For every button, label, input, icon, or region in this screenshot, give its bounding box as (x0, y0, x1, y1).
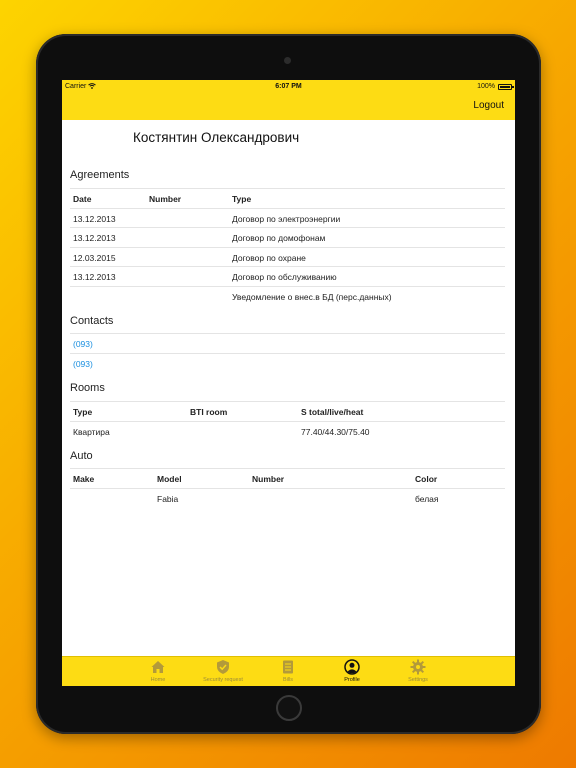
column-header-date: Date (73, 194, 92, 204)
tab-bar: Home Security request Bills Profile Sett… (62, 656, 515, 686)
tab-security-request[interactable]: Security request (193, 659, 253, 683)
agreement-type: Договор по охране (232, 252, 306, 263)
tab-security-request-label: Security request (203, 677, 243, 683)
status-bar: Carrier 6:07 PM 100% (62, 80, 515, 94)
status-time: 6:07 PM (275, 83, 302, 90)
table-row[interactable]: 13.12.2013 Договор по домофонам (70, 227, 505, 247)
rooms-table: Type BTI room S total/live/heat Квартира… (70, 401, 505, 440)
tab-profile[interactable]: Profile (322, 659, 382, 683)
column-header-type: Type (73, 407, 93, 417)
column-header-area: S total/live/heat (301, 407, 364, 417)
contact-phone-link[interactable]: (093) (73, 339, 93, 349)
battery-icon (498, 83, 514, 90)
rooms-title: Rooms (70, 382, 105, 394)
profile-content[interactable]: Костянтин Олександрович Agreements Date … (62, 120, 515, 656)
agreement-type: Договор по обслуживанию (232, 272, 337, 282)
document-icon (283, 660, 293, 674)
agreements-table: Date Number Type 13.12.2013 Договор по э… (70, 188, 505, 305)
gear-icon (410, 659, 426, 675)
tab-bills-label: Bills (282, 677, 294, 683)
auto-color: белая (415, 493, 439, 504)
battery-percent: 100% (477, 83, 495, 90)
shield-icon (217, 660, 229, 674)
profile-icon (344, 659, 360, 675)
tab-home-label: Home (150, 677, 166, 683)
tab-bills[interactable]: Bills (258, 659, 318, 683)
table-row[interactable]: Квартира 77.40/44.30/75.40 (70, 420, 505, 441)
home-icon (151, 661, 165, 673)
column-header-number: Number (149, 194, 182, 204)
table-header-row: Type BTI room S total/live/heat (70, 401, 505, 421)
agreement-date: 13.12.2013 (73, 213, 116, 224)
agreement-type: Договор по домофонам (232, 233, 326, 243)
navigation-bar: Logout (62, 94, 515, 120)
home-button[interactable] (276, 695, 302, 721)
tab-settings-label: Settings (408, 677, 428, 683)
table-row[interactable]: 12.03.2015 Договор по охране (70, 246, 505, 267)
contacts-list: (093) (093) (70, 333, 505, 372)
list-item[interactable]: (093) (70, 333, 505, 353)
auto-model: Fabia (157, 493, 179, 504)
table-row[interactable]: 13.12.2013 Договор по электроэнергии (70, 207, 505, 228)
column-header-make: Make (73, 474, 95, 484)
agreement-date: 13.12.2013 (73, 272, 116, 282)
room-type: Квартира (73, 426, 110, 437)
column-header-color: Color (415, 474, 438, 484)
column-header-type: Type (232, 194, 252, 204)
user-full-name: Костянтин Олександрович (133, 130, 300, 145)
table-header-row: Date Number Type (70, 188, 505, 208)
agreement-type: Уведомление о внес.в БД (перс.данных) (232, 291, 392, 302)
table-row[interactable]: Fabia белая (70, 487, 505, 508)
table-row[interactable]: 13.12.2013 Договор по обслуживанию (70, 266, 505, 286)
column-header-bti-room: BTI room (190, 407, 228, 417)
table-header-row: Make Model Number Color (70, 468, 505, 488)
camera-dot (284, 57, 291, 64)
column-header-model: Model (157, 474, 182, 484)
agreement-date: 13.12.2013 (73, 233, 116, 243)
agreements-title: Agreements (70, 169, 130, 181)
room-area: 77.40/44.30/75.40 (301, 426, 370, 437)
agreement-date: 12.03.2015 (73, 252, 116, 263)
contact-phone-link[interactable]: (093) (73, 359, 93, 369)
column-header-number: Number (252, 474, 285, 484)
table-row[interactable]: Уведомление о внес.в БД (перс.данных) (70, 285, 505, 306)
logout-button[interactable]: Logout (473, 100, 504, 111)
tab-home[interactable]: Home (128, 659, 188, 683)
tab-profile-label: Profile (344, 677, 360, 683)
app-screen: Carrier 6:07 PM 100% Logout Костянтин Ол… (62, 80, 515, 686)
tab-settings[interactable]: Settings (388, 659, 448, 683)
auto-table: Make Model Number Color Fabia белая (70, 468, 505, 507)
list-item[interactable]: (093) (70, 352, 505, 373)
agreement-type: Договор по электроэнергии (232, 213, 341, 224)
battery-indicator: 100% (477, 83, 514, 90)
auto-title: Auto (70, 450, 93, 462)
contacts-title: Contacts (70, 315, 114, 327)
